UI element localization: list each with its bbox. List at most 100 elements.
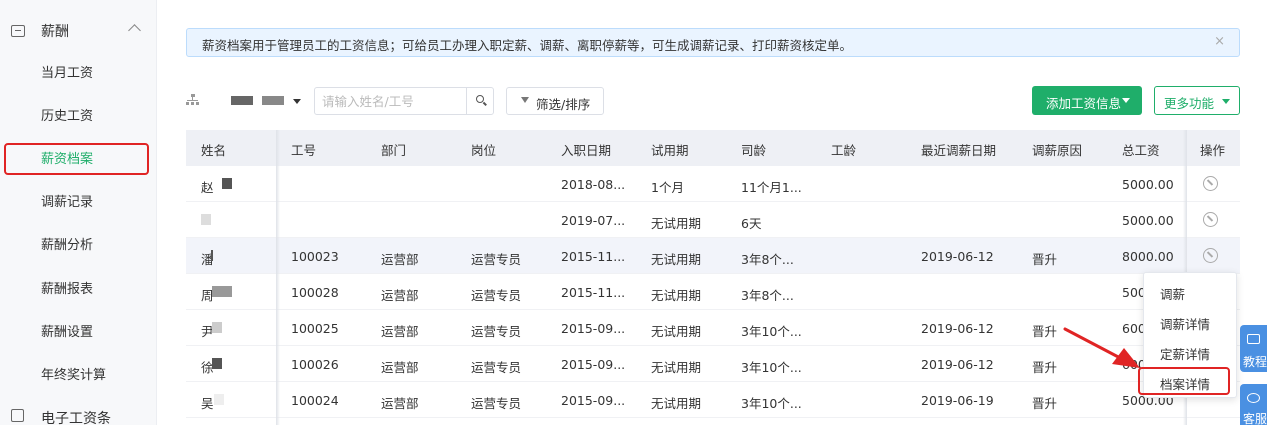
cell-tenure: 11个月1... [741, 180, 802, 195]
gear-icon[interactable] [1203, 176, 1218, 191]
caret-down-icon [1222, 99, 1230, 104]
masked-name [201, 214, 211, 225]
sidebar: 薪酬 当月工资 历史工资 薪资档案 调薪记录 薪酬分析 薪酬报表 薪酬设置 年终… [0, 0, 157, 427]
more-functions-button[interactable]: 更多功能 [1154, 86, 1240, 115]
salary-icon [11, 25, 25, 37]
table-row[interactable]: 2019-07... 无试用期 6天 5000.00 [186, 202, 1240, 238]
cell-probation: 无试用期 [651, 252, 702, 267]
cell-reason: 晋升 [1032, 252, 1058, 267]
cell-id: 100024 [291, 393, 339, 408]
search-button[interactable] [466, 88, 494, 114]
menu-item-fixed-detail[interactable]: 定薪详情 [1160, 344, 1210, 363]
header-tenure[interactable]: 司龄 [741, 140, 766, 159]
header-dept[interactable]: 部门 [381, 140, 406, 159]
header-name[interactable]: 姓名 [201, 140, 226, 159]
cell-tenure: 3年8个... [741, 252, 794, 267]
cell-reason: 晋升 [1032, 360, 1058, 375]
cell-join: 2015-11... [561, 285, 626, 300]
sidebar-bottom-label: 电子工资条 [41, 411, 111, 427]
header-id[interactable]: 工号 [291, 140, 316, 159]
header-reason[interactable]: 调薪原因 [1032, 140, 1082, 159]
cell-salary: 5000.00 [1122, 177, 1174, 192]
gear-icon[interactable] [1203, 248, 1218, 263]
sidebar-item-salary-analysis[interactable]: 薪酬分析 [41, 236, 93, 256]
table-row[interactable]: 赵 2018-08... 1个月 11个月1... 5000.00 [186, 166, 1240, 202]
cell-join: 2015-09... [561, 357, 626, 372]
chevron-down-icon[interactable] [293, 99, 301, 104]
cell-probation: 无试用期 [651, 360, 702, 375]
cell-join: 2015-11... [561, 249, 626, 264]
cell-post: 运营专员 [471, 396, 522, 411]
cell-join: 2015-09... [561, 321, 626, 336]
masked-name [212, 286, 232, 297]
sidebar-item-history-salary[interactable]: 历史工资 [41, 107, 93, 127]
cell-id: 100026 [291, 357, 339, 372]
table-row[interactable]: 吴 100024 运营部 运营专员 2015-09... 无试用期 3年10个.… [186, 382, 1240, 418]
search-box [314, 87, 494, 115]
tutorial-tab[interactable]: 教程 [1240, 325, 1267, 372]
cell-post: 运营专员 [471, 324, 522, 339]
header-join-date[interactable]: 入职日期 [561, 140, 611, 159]
cell-dept: 运营部 [381, 288, 419, 303]
close-icon[interactable]: × [1214, 34, 1225, 49]
cell-tenure: 3年10个... [741, 360, 802, 375]
service-label: 客服 [1243, 412, 1267, 426]
sidebar-section-salary[interactable]: 薪酬 [0, 12, 157, 50]
annotation-arrow [1063, 327, 1140, 368]
cell-name: 赵 [201, 180, 214, 195]
masked-name [212, 322, 222, 333]
cell-dept: 运营部 [381, 360, 419, 375]
cell-dept: 运营部 [381, 252, 419, 267]
info-notice: 薪资档案用于管理员工的工资信息；可给员工办理入职定薪、调薪、离职停薪等，可生成调… [186, 28, 1240, 57]
service-tab[interactable]: 客服 [1240, 384, 1267, 426]
chevron-up-icon[interactable] [128, 24, 141, 37]
gear-icon[interactable] [1203, 212, 1218, 227]
cell-join: 2018-08... [561, 177, 626, 192]
header-salary[interactable]: 总工资 [1122, 140, 1160, 159]
org-tree-icon[interactable] [186, 94, 200, 106]
filter-sort-button[interactable]: 筛选/排序 [506, 87, 604, 115]
table-row[interactable]: 潘 100023 运营部 运营专员 2015-11... 无试用期 3年8个..… [186, 238, 1240, 274]
org-selector-masked-2[interactable] [262, 96, 284, 105]
tutorial-label: 教程 [1243, 355, 1267, 369]
menu-item-adjust[interactable]: 调薪 [1160, 284, 1185, 303]
cell-probation: 无试用期 [651, 288, 702, 303]
table-row[interactable]: 周 100028 运营部 运营专员 2015-11... 无试用期 3年8个..… [186, 274, 1240, 310]
add-salary-info-button[interactable]: 添加工资信息 [1032, 86, 1142, 115]
masked-name [222, 178, 232, 189]
cell-post: 运营专员 [471, 252, 522, 267]
sidebar-section-payslip[interactable]: 电子工资条 [0, 405, 157, 429]
cell-probation: 无试用期 [651, 216, 702, 231]
header-probation[interactable]: 试用期 [651, 140, 689, 159]
filter-icon [521, 97, 529, 103]
cell-name: 吴 [201, 396, 214, 411]
cell-last-adjust: 2019-06-12 [921, 321, 994, 336]
sidebar-item-annual-bonus[interactable]: 年终奖计算 [41, 366, 106, 386]
menu-item-adjust-detail[interactable]: 调薪详情 [1160, 314, 1210, 333]
masked-name [212, 358, 222, 369]
header-actions: 操作 [1200, 143, 1226, 158]
sidebar-section-label: 薪酬 [41, 24, 69, 40]
cell-join: 2019-07... [561, 213, 626, 228]
header-post[interactable]: 岗位 [471, 140, 496, 159]
masked-name [211, 250, 213, 261]
active-item-highlight [4, 143, 149, 175]
frozen-column-shadow [276, 130, 280, 425]
org-selector-masked[interactable] [231, 96, 253, 105]
search-input[interactable] [315, 88, 466, 114]
sidebar-item-salary-report[interactable]: 薪酬报表 [41, 280, 93, 300]
cell-post: 运营专员 [471, 288, 522, 303]
sidebar-item-current-salary[interactable]: 当月工资 [41, 64, 93, 84]
more-label: 更多功能 [1164, 96, 1215, 111]
sidebar-item-salary-settings[interactable]: 薪酬设置 [41, 323, 93, 343]
caret-down-icon [1122, 98, 1130, 103]
masked-name [214, 394, 224, 405]
cell-join: 2015-09... [561, 393, 626, 408]
sidebar-item-adjust-record[interactable]: 调薪记录 [41, 193, 93, 213]
cell-id: 100028 [291, 285, 339, 300]
header-last-adjust[interactable]: 最近调薪日期 [921, 140, 996, 159]
cell-last-adjust: 2019-06-12 [921, 249, 994, 264]
cell-tenure: 6天 [741, 216, 762, 231]
header-work-age[interactable]: 工龄 [831, 140, 856, 159]
cell-id: 100025 [291, 321, 339, 336]
